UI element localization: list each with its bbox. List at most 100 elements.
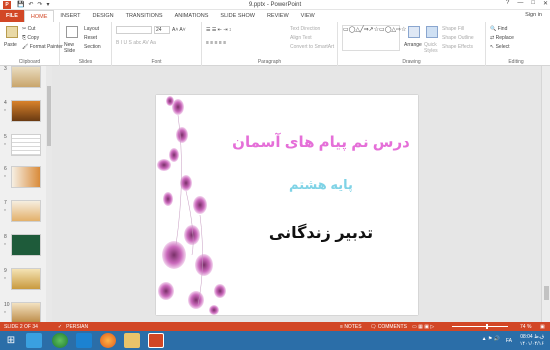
new-slide-button[interactable]: New Slide xyxy=(64,42,80,54)
view-buttons[interactable]: ▭ ▦ ▣ ▷ xyxy=(412,324,434,330)
copy-label: Copy xyxy=(27,35,40,41)
cut-label: Cut xyxy=(27,26,36,32)
save-icon[interactable]: 💾 xyxy=(17,1,24,8)
file-explorer-icon[interactable] xyxy=(124,333,140,348)
tab-file[interactable]: FILE xyxy=(0,10,24,22)
thumbnail-slide-8[interactable]: 8 * xyxy=(0,234,50,262)
cut-button[interactable]: ✂ Cut xyxy=(22,26,35,32)
undo-icon[interactable]: ↶ xyxy=(28,1,33,8)
thumbnails-scrollbar[interactable] xyxy=(46,66,52,322)
comments-label: COMMENTS xyxy=(377,323,407,330)
slide-heading-line[interactable]: تدبیر زندگانی xyxy=(226,223,416,243)
select-button[interactable]: ↖ Select xyxy=(490,44,510,50)
font-label: Font xyxy=(151,59,162,65)
quick-styles-button[interactable]: Quick Styles xyxy=(424,42,442,54)
thumbnail-slide-6[interactable]: 6 * xyxy=(0,166,50,194)
paste-icon[interactable] xyxy=(6,26,18,38)
smartart-button[interactable]: Convert to SmartArt xyxy=(290,44,334,50)
format-painter-label: Format Painter xyxy=(29,44,63,50)
customize-icon[interactable]: ▾ xyxy=(47,1,50,8)
ie-icon[interactable] xyxy=(76,333,92,348)
zoom-level[interactable]: 74 % xyxy=(520,324,531,330)
tab-insert[interactable]: INSERT xyxy=(54,10,86,22)
proofing-icon[interactable]: ✓ xyxy=(58,324,62,330)
copy-button[interactable]: ⎘ Copy xyxy=(22,35,39,41)
paste-button[interactable]: Paste xyxy=(4,42,17,48)
tab-home[interactable]: HOME xyxy=(23,10,55,22)
fit-slide-icon[interactable]: ▣ xyxy=(540,324,545,330)
tab-view[interactable]: VIEW xyxy=(295,10,321,22)
thumbnail-slide-3[interactable]: 3 xyxy=(0,66,50,94)
font-grow-shrink[interactable]: A˄ A˅ xyxy=(172,27,186,33)
windows-start-icon[interactable]: ⊞ xyxy=(4,333,18,348)
notes-button[interactable]: ≡ NOTES xyxy=(340,324,362,330)
font-name-input[interactable] xyxy=(116,26,152,34)
shape-fill-button[interactable]: Shape Fill xyxy=(442,26,464,32)
thumbnail-number: 4 xyxy=(4,100,7,106)
thumbnail-image xyxy=(11,268,41,290)
sign-in-link[interactable]: Sign in xyxy=(525,12,542,18)
arrange-icon[interactable] xyxy=(408,26,420,38)
quick-access-toolbar: 💾 ↶ ↷ ▾ xyxy=(17,1,50,8)
thumbnail-image xyxy=(11,134,41,156)
shape-effects-button[interactable]: Shape Effects xyxy=(442,44,473,50)
reset-button[interactable]: Reset xyxy=(84,35,97,41)
slide-title-line[interactable]: درس نم پیام های آسمان xyxy=(226,133,416,151)
language-indicator[interactable]: PERSIAN xyxy=(66,324,88,330)
scrollbar-thumb[interactable] xyxy=(47,86,51,146)
powerpoint-taskbar-icon[interactable] xyxy=(148,333,164,348)
replace-button[interactable]: ⇄ Replace xyxy=(490,35,514,41)
thumbnail-image xyxy=(11,302,41,322)
tab-slide-show[interactable]: SLIDE SHOW xyxy=(214,10,261,22)
find-button[interactable]: 🔍 Find xyxy=(490,26,507,32)
window-title: 9.pptx - PowerPoint xyxy=(248,2,302,8)
clock-date[interactable]: ۱۴۰۱/۰۴/۱۶ xyxy=(520,341,544,347)
quick-styles-icon[interactable] xyxy=(426,26,438,38)
align-text-button[interactable]: Align Text xyxy=(290,35,312,41)
tab-design[interactable]: DESIGN xyxy=(87,10,120,22)
font-size-input[interactable]: 24 xyxy=(154,26,170,34)
firefox-icon[interactable] xyxy=(100,333,116,348)
slide-counter: SLIDE 2 OF 34 xyxy=(4,323,38,330)
help-button[interactable]: ? xyxy=(506,0,509,7)
slides-label: Slides xyxy=(78,59,93,65)
animation-star-icon: * xyxy=(4,143,6,149)
new-slide-icon[interactable] xyxy=(66,26,78,38)
scrollbar-thumb[interactable] xyxy=(544,286,549,300)
thumbnail-slide-7[interactable]: 7 * xyxy=(0,200,50,228)
comments-button[interactable]: 🗨 COMMENTS xyxy=(370,324,407,330)
tab-animations[interactable]: ANIMATIONS xyxy=(169,10,215,22)
section-button[interactable]: Section xyxy=(84,44,101,50)
list-buttons[interactable]: ☰ ☰ ⇤ ⇥ ↕ xyxy=(206,27,231,33)
text-direction-button[interactable]: Text Direction xyxy=(290,26,320,32)
layout-button[interactable]: Layout xyxy=(84,26,99,32)
slide-subtitle-line[interactable]: پایه هشتم xyxy=(226,177,416,193)
thumbnail-slide-10[interactable]: 10 * xyxy=(0,302,50,322)
tab-review[interactable]: REVIEW xyxy=(261,10,295,22)
zoom-slider-thumb[interactable] xyxy=(486,324,488,329)
tray-icons[interactable]: ▲ ⚑ 🔊 xyxy=(482,336,500,342)
clock-time[interactable]: 08:04 ق.ظ xyxy=(520,334,544,340)
maximize-button[interactable]: □ xyxy=(531,0,535,7)
arrange-button[interactable]: Arrange xyxy=(404,42,422,48)
tab-transitions[interactable]: TRANSITIONS xyxy=(120,10,169,22)
thumbnail-slide-9[interactable]: 9 * xyxy=(0,268,50,296)
thumbnail-slide-5[interactable]: 5 * xyxy=(0,134,50,162)
redo-icon[interactable]: ↷ xyxy=(38,1,43,8)
font-style-buttons[interactable]: B I U S abc AV Aa xyxy=(116,40,156,46)
zoom-slider[interactable] xyxy=(452,326,508,327)
shapes-gallery[interactable]: ▭◯△╱⇒↗☆▭◯△⇨☆ xyxy=(342,25,406,51)
thumbnail-slide-4[interactable]: 4 * xyxy=(0,100,50,128)
alignment-buttons[interactable]: ≡ ≡ ≡ ≡ ≡ xyxy=(206,40,226,46)
minimize-button[interactable]: — xyxy=(517,0,523,7)
input-language[interactable]: FA xyxy=(506,338,512,344)
find-label: Find xyxy=(497,26,508,32)
slide-scrollbar[interactable] xyxy=(541,66,550,322)
globe-icon[interactable] xyxy=(52,333,68,348)
current-slide[interactable]: درس نم پیام های آسمان پایه هشتم تدبیر زن… xyxy=(156,95,418,315)
close-button[interactable]: ✕ xyxy=(543,0,548,7)
shape-outline-button[interactable]: Shape Outline xyxy=(442,35,474,41)
telegram-icon[interactable] xyxy=(26,333,42,348)
format-painter-button[interactable]: 🖌 Format Painter xyxy=(22,44,63,50)
font-group: 24 A˄ A˅ B I U S abc AV Aa Font xyxy=(112,22,202,66)
